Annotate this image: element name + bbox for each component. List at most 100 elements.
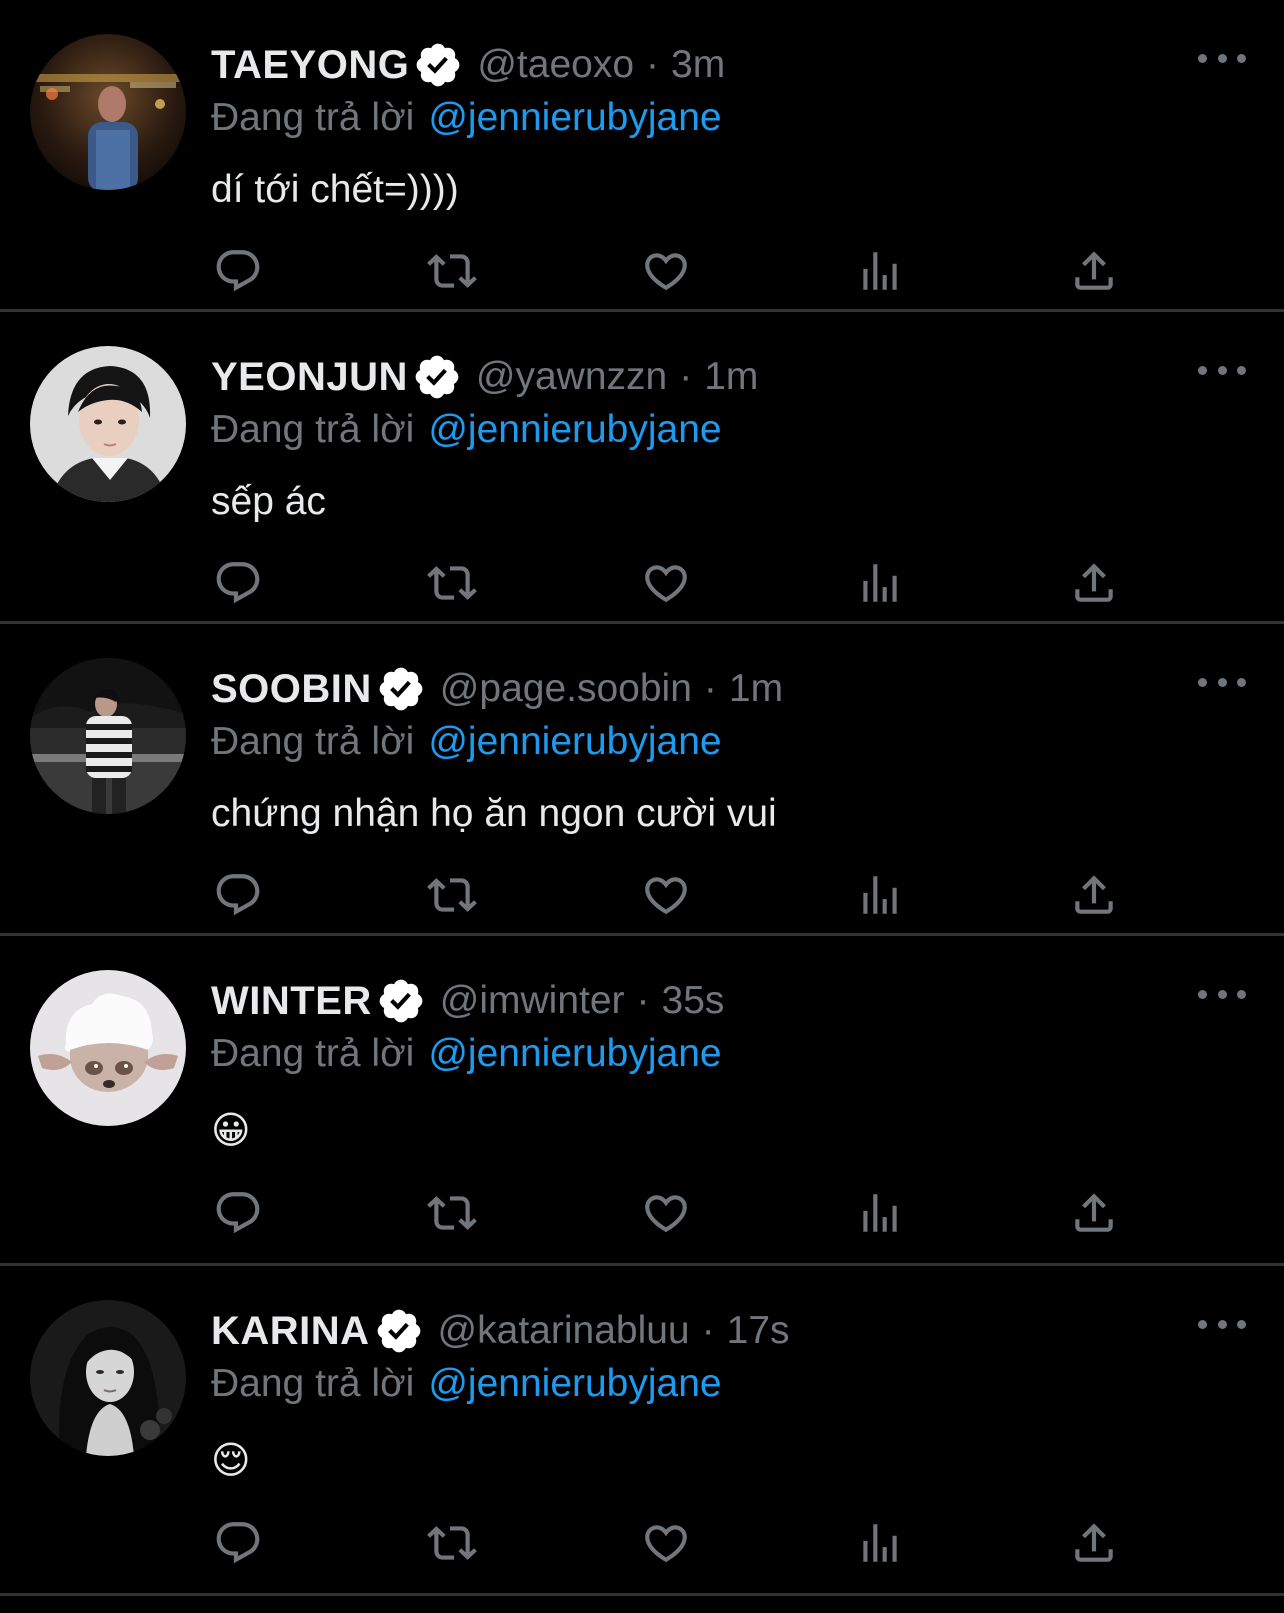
more-button[interactable] — [1198, 982, 1246, 1006]
reply-target-link[interactable]: @jennierubyjane — [428, 1032, 721, 1075]
more-icon-dot — [1237, 989, 1246, 999]
tweet-text: 😀 — [211, 1108, 251, 1152]
display-name[interactable]: YEONJUN — [211, 355, 408, 400]
avatar[interactable] — [30, 970, 186, 1126]
share-button[interactable] — [1067, 556, 1121, 610]
more-icon-dot — [1237, 365, 1246, 375]
user-handle[interactable]: @imwinter — [440, 979, 625, 1023]
more-button[interactable] — [1198, 1312, 1246, 1336]
timestamp[interactable]: 3m — [671, 43, 725, 87]
timestamp[interactable]: 35s — [662, 979, 725, 1023]
user-handle[interactable]: @katarinabluu — [438, 1309, 690, 1353]
like-button[interactable] — [639, 244, 693, 298]
timestamp[interactable]: 1m — [729, 667, 783, 711]
avatar[interactable] — [30, 1300, 186, 1456]
display-name[interactable]: WINTER — [211, 979, 372, 1024]
views-button[interactable] — [853, 868, 907, 922]
timestamp[interactable]: 17s — [727, 1309, 790, 1353]
tweet[interactable]: SOOBIN @page.soobin · 1m Đang trả lời @je… — [0, 624, 1284, 936]
reply-button[interactable] — [211, 1516, 265, 1570]
reply-icon — [216, 1522, 260, 1564]
user-handle[interactable]: @page.soobin — [440, 667, 692, 711]
views-button[interactable] — [853, 556, 907, 610]
reply-button[interactable] — [211, 556, 265, 610]
avatar[interactable] — [30, 346, 186, 502]
tweet-header: SOOBIN @page.soobin · 1m — [211, 660, 1244, 718]
reply-target-link[interactable]: @jennierubyjane — [428, 1362, 721, 1405]
action-bar — [211, 244, 1121, 298]
more-icon-dot — [1237, 1319, 1246, 1329]
avatar-image — [30, 34, 186, 190]
reply-prefix: Đang trả lời — [211, 96, 415, 139]
like-button[interactable] — [639, 1186, 693, 1240]
share-button[interactable] — [1067, 1186, 1121, 1240]
share-icon — [1075, 1523, 1113, 1562]
retweet-button[interactable] — [425, 868, 479, 922]
reply-prefix: Đang trả lời — [211, 1362, 415, 1405]
user-handle[interactable]: @taeoxo — [477, 43, 634, 87]
retweet-icon — [427, 1526, 477, 1560]
more-icon — [1198, 1319, 1207, 1329]
more-icon — [1198, 989, 1207, 999]
share-icon — [1075, 1193, 1113, 1232]
tweet-content: WINTER @imwinter · 35s Đang trả lời @jenn… — [211, 972, 1244, 1154]
retweet-button[interactable] — [425, 556, 479, 610]
tweet[interactable]: WINTER @imwinter · 35s Đang trả lời @jenn… — [0, 936, 1284, 1266]
display-name[interactable]: KARINA — [211, 1309, 370, 1354]
tweet[interactable]: YEONJUN @yawnzzn · 1m Đang trả lời @jenni… — [0, 312, 1284, 624]
reply-icon — [216, 562, 260, 604]
reply-icon — [216, 874, 260, 916]
like-icon — [645, 877, 687, 915]
reply-prefix: Đang trả lời — [211, 720, 415, 763]
retweet-button[interactable] — [425, 1186, 479, 1240]
reply-target-link[interactable]: @jennierubyjane — [428, 408, 721, 451]
display-name[interactable]: TAEYONG — [211, 43, 409, 88]
share-button[interactable] — [1067, 868, 1121, 922]
action-bar — [211, 1516, 1121, 1570]
more-button[interactable] — [1198, 358, 1246, 382]
tweet-header: WINTER @imwinter · 35s — [211, 972, 1244, 1030]
reply-target-link[interactable]: @jennierubyjane — [428, 720, 721, 763]
replying-to: Đang trả lời @jennierubyjane — [211, 1360, 1244, 1408]
more-icon-dot — [1217, 677, 1227, 687]
avatar-image — [30, 1300, 186, 1456]
views-button[interactable] — [853, 244, 907, 298]
share-button[interactable] — [1067, 244, 1121, 298]
verified-badge-icon — [412, 352, 462, 402]
retweet-icon — [427, 254, 477, 288]
share-button[interactable] — [1067, 1516, 1121, 1570]
more-icon — [1198, 53, 1207, 63]
reply-target-link[interactable]: @jennierubyjane — [428, 96, 721, 139]
share-icon — [1075, 875, 1113, 914]
separator-dot: · — [701, 1309, 715, 1352]
share-icon — [1075, 563, 1113, 602]
reply-feed: TAEYONG @taeoxo · 3m Đang trả lời @jennie… — [0, 0, 1284, 1596]
tweet-text: sếp ác — [211, 480, 326, 523]
tweet-content: TAEYONG @taeoxo · 3m Đang trả lời @jennie… — [211, 36, 1244, 214]
reply-prefix: Đang trả lời — [211, 1032, 415, 1075]
retweet-button[interactable] — [425, 244, 479, 298]
more-button[interactable] — [1198, 670, 1246, 694]
timestamp[interactable]: 1m — [704, 355, 758, 399]
tweet[interactable]: TAEYONG @taeoxo · 3m Đang trả lời @jennie… — [0, 0, 1284, 312]
views-button[interactable] — [853, 1186, 907, 1240]
retweet-button[interactable] — [425, 1516, 479, 1570]
verified-badge-icon — [376, 976, 426, 1026]
like-button[interactable] — [639, 556, 693, 610]
avatar[interactable] — [30, 34, 186, 190]
like-button[interactable] — [639, 1516, 693, 1570]
user-handle[interactable]: @yawnzzn — [476, 355, 667, 399]
avatar[interactable] — [30, 658, 186, 814]
more-button[interactable] — [1198, 46, 1246, 70]
tweet-content: SOOBIN @page.soobin · 1m Đang trả lời @je… — [211, 660, 1244, 838]
more-icon-dot — [1237, 677, 1246, 687]
display-name[interactable]: SOOBIN — [211, 667, 372, 712]
reply-button[interactable] — [211, 244, 265, 298]
like-button[interactable] — [639, 868, 693, 922]
tweet[interactable]: KARINA @katarinabluu · 17s Đang trả lời @… — [0, 1266, 1284, 1596]
retweet-icon — [427, 566, 477, 600]
views-button[interactable] — [853, 1516, 907, 1570]
reply-button[interactable] — [211, 868, 265, 922]
reply-button[interactable] — [211, 1186, 265, 1240]
views-icon — [863, 252, 897, 290]
